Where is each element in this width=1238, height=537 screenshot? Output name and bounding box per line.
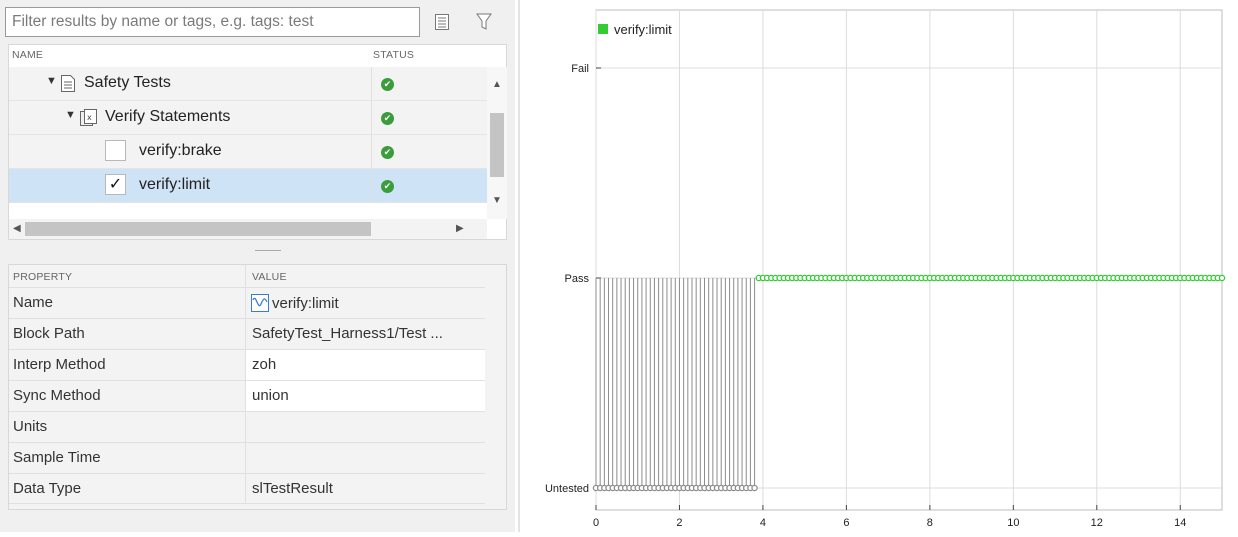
tree-row-verify-limit[interactable]: ✓ verify:limit ✔ (9, 169, 487, 203)
x-tick-label: 14 (1174, 517, 1186, 529)
data-point (1218, 274, 1226, 282)
property-name: Sample Time (13, 449, 101, 466)
scroll-down-icon[interactable]: ▼ (492, 195, 502, 206)
property-column-header: PROPERTY (13, 271, 73, 283)
left-panel: Filter results by name or tags, e.g. tag… (0, 0, 515, 532)
test-suite-icon: x (80, 109, 98, 131)
passed-status-icon: ✔ (381, 180, 394, 193)
expand-caret-icon[interactable]: ▼ (65, 109, 76, 121)
tree-item-label: Verify Statements (105, 108, 231, 125)
tree-item-label: Safety Tests (84, 74, 171, 91)
legend-label: verify:limit (614, 22, 672, 37)
value-column-header: VALUE (252, 271, 287, 283)
plot-canvas[interactable]: 0 2 4 6 8 10 12 14 Untested Pass Fail verify:limit (520, 0, 1238, 532)
signal-plot[interactable]: 0 2 4 6 8 10 12 14 Untested Pass Fail verify:limit (520, 0, 1238, 532)
properties-table: PROPERTY VALUE Name verify:limit Block P… (8, 264, 507, 510)
property-value: slTestResult (252, 480, 333, 497)
property-name: Interp Method (13, 356, 106, 373)
x-tick-label: 4 (760, 517, 766, 529)
tree-row-verify-brake[interactable]: verify:brake ✔ (9, 135, 487, 169)
scroll-right-icon[interactable]: ▶ (456, 223, 464, 234)
property-name: Block Path (13, 325, 85, 342)
status-column-header: STATUS (373, 49, 415, 61)
y-tick-label: Pass (565, 273, 590, 285)
property-name: Data Type (13, 480, 82, 497)
legend-swatch (598, 24, 608, 34)
property-value-cell: verify:limit (246, 288, 485, 318)
plot-area (595, 9, 1223, 511)
splitter-handle[interactable] (255, 250, 281, 252)
tree-row-verify-statements[interactable]: ▼ x Verify Statements ✔ (9, 101, 487, 135)
x-tick-label: 0 (593, 517, 599, 529)
list-icon[interactable] (428, 8, 456, 36)
results-tree: NAME STATUS ▼ Safety Tests ✔ ▼ x Verify … (8, 44, 507, 240)
expand-caret-icon[interactable]: ▼ (46, 75, 57, 87)
property-value: verify:limit (272, 295, 339, 312)
property-row-units: Units (9, 411, 485, 442)
tree-row-safety-tests[interactable]: ▼ Safety Tests ✔ (9, 67, 487, 101)
property-name: Units (13, 418, 48, 435)
y-tick-label: Untested (545, 483, 589, 495)
property-value: SafetyTest_Harness1/Test ... (252, 325, 443, 342)
x-tick-label: 8 (927, 517, 933, 529)
test-file-icon (61, 75, 75, 97)
passed-status-icon: ✔ (381, 112, 394, 125)
data-point (751, 484, 758, 492)
property-value (246, 412, 485, 442)
tree-item-label: verify:brake (139, 142, 222, 159)
property-row-interp-method: Interp Method zoh (9, 349, 485, 380)
property-value (246, 443, 485, 473)
passed-status-icon: ✔ (381, 146, 394, 159)
x-tick-label: 12 (1091, 517, 1103, 529)
scroll-left-icon[interactable]: ◀ (13, 223, 21, 234)
horizontal-scrollbar[interactable]: ◀ ▶ (9, 219, 487, 239)
property-name: Name (13, 294, 54, 311)
tree-item-label: verify:limit (139, 176, 211, 193)
sync-method-field[interactable]: union (246, 381, 485, 411)
property-row-data-type: Data Type slTestResult (9, 473, 485, 504)
y-tick-label: Fail (571, 63, 589, 75)
signal-icon (251, 294, 269, 316)
x-tick-label: 2 (676, 517, 682, 529)
x-tick-label: 10 (1007, 517, 1019, 529)
scroll-thumb[interactable] (25, 222, 371, 236)
x-tick-label: 6 (843, 517, 849, 529)
checkbox-checked[interactable]: ✓ (105, 174, 126, 195)
property-name: Sync Method (13, 387, 101, 404)
svg-text:x: x (87, 113, 92, 122)
interp-method-field[interactable]: zoh (246, 350, 485, 380)
property-row-block-path: Block Path SafetyTest_Harness1/Test ... (9, 318, 485, 349)
scroll-thumb[interactable] (490, 113, 504, 177)
search-input[interactable]: Filter results by name or tags, e.g. tag… (5, 7, 420, 37)
property-row-sync-method: Sync Method union (9, 380, 485, 411)
filter-icon[interactable] (470, 8, 498, 36)
passed-status-icon: ✔ (381, 78, 394, 91)
property-row-name: Name verify:limit (9, 287, 485, 318)
scroll-up-icon[interactable]: ▲ (492, 79, 502, 90)
checkbox[interactable] (105, 140, 126, 161)
name-column-header: NAME (12, 49, 44, 61)
vertical-scrollbar[interactable]: ▲ ▼ (487, 67, 507, 219)
property-row-sample-time: Sample Time (9, 442, 485, 473)
